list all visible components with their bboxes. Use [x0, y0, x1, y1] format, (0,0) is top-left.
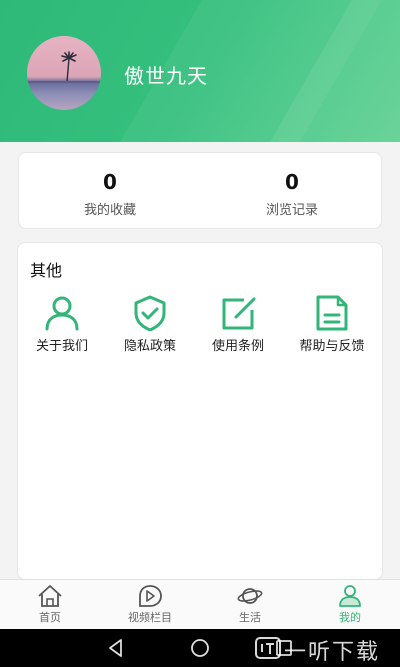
stats-card: 0 我的收藏 0 浏览记录 [18, 152, 382, 229]
menu-item-label: 使用条例 [211, 339, 264, 354]
bottom-tab-bar: 首页 视频栏目 生活 我的 [0, 579, 400, 629]
tab-home[interactable]: 首页 [0, 584, 100, 625]
person-icon [45, 296, 79, 331]
edit-square-icon [222, 297, 256, 330]
tab-label: 首页 [39, 611, 61, 624]
menu-item-help-feedback[interactable]: 帮助与反馈 [282, 295, 382, 354]
tab-mine[interactable]: 我的 [300, 584, 400, 625]
user-icon [339, 585, 361, 607]
watermark-logo-icon [255, 637, 281, 659]
username: 傲世九天 [124, 64, 208, 88]
avatar[interactable] [27, 36, 101, 110]
watermark-text: 一听下载 [284, 640, 381, 665]
menu-item-terms-of-use[interactable]: 使用条例 [194, 295, 282, 354]
document-icon [316, 295, 348, 331]
shield-check-icon [134, 295, 166, 331]
tab-video[interactable]: 视频栏目 [100, 584, 200, 625]
favorites-stat[interactable]: 0 我的收藏 [19, 171, 201, 218]
history-label: 浏览记录 [265, 203, 318, 218]
menu-item-label: 关于我们 [35, 339, 88, 354]
back-icon[interactable] [104, 636, 128, 660]
favorites-label: 我的收藏 [83, 203, 136, 218]
video-play-icon [139, 585, 162, 607]
home-circle-icon[interactable] [188, 636, 212, 660]
history-stat[interactable]: 0 浏览记录 [201, 171, 383, 218]
favorites-count: 0 [103, 170, 117, 194]
menu-item-privacy-policy[interactable]: 隐私政策 [106, 295, 194, 354]
tab-label: 生活 [239, 611, 261, 624]
tab-life[interactable]: 生活 [200, 584, 300, 625]
planet-icon [237, 588, 263, 604]
menu-item-about-us[interactable]: 关于我们 [18, 295, 106, 354]
section-title: 其他 [30, 261, 63, 280]
tab-label: 我的 [339, 611, 361, 624]
palm-tree-image [27, 51, 101, 83]
home-icon [38, 585, 62, 607]
history-count: 0 [285, 170, 299, 194]
profile-header: 傲世九天 [0, 0, 400, 142]
other-card: 其他 关于我们 隐私政策 使用条例 帮助与反馈 [17, 242, 383, 580]
menu-item-label: 隐私政策 [123, 339, 176, 354]
menu-item-label: 帮助与反馈 [299, 339, 365, 354]
watermark: 一听下载 [250, 633, 400, 665]
tab-label: 视频栏目 [128, 611, 172, 624]
